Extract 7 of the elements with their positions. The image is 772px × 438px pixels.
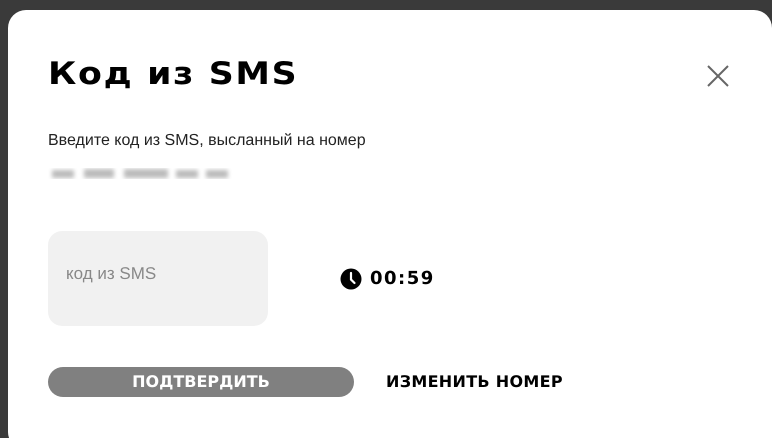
dialog-title: Код из SMS (48, 56, 298, 94)
code-input-field[interactable]: код из SMS (48, 231, 268, 326)
countdown-timer: 00:59 (370, 267, 435, 292)
change-number-link[interactable]: ИЗМЕНИТЬ НОМЕР (386, 370, 563, 394)
instruction-text: Введите код из SMS, высланный на номер (48, 131, 367, 152)
clock-icon (340, 268, 362, 290)
close-icon (706, 64, 730, 88)
